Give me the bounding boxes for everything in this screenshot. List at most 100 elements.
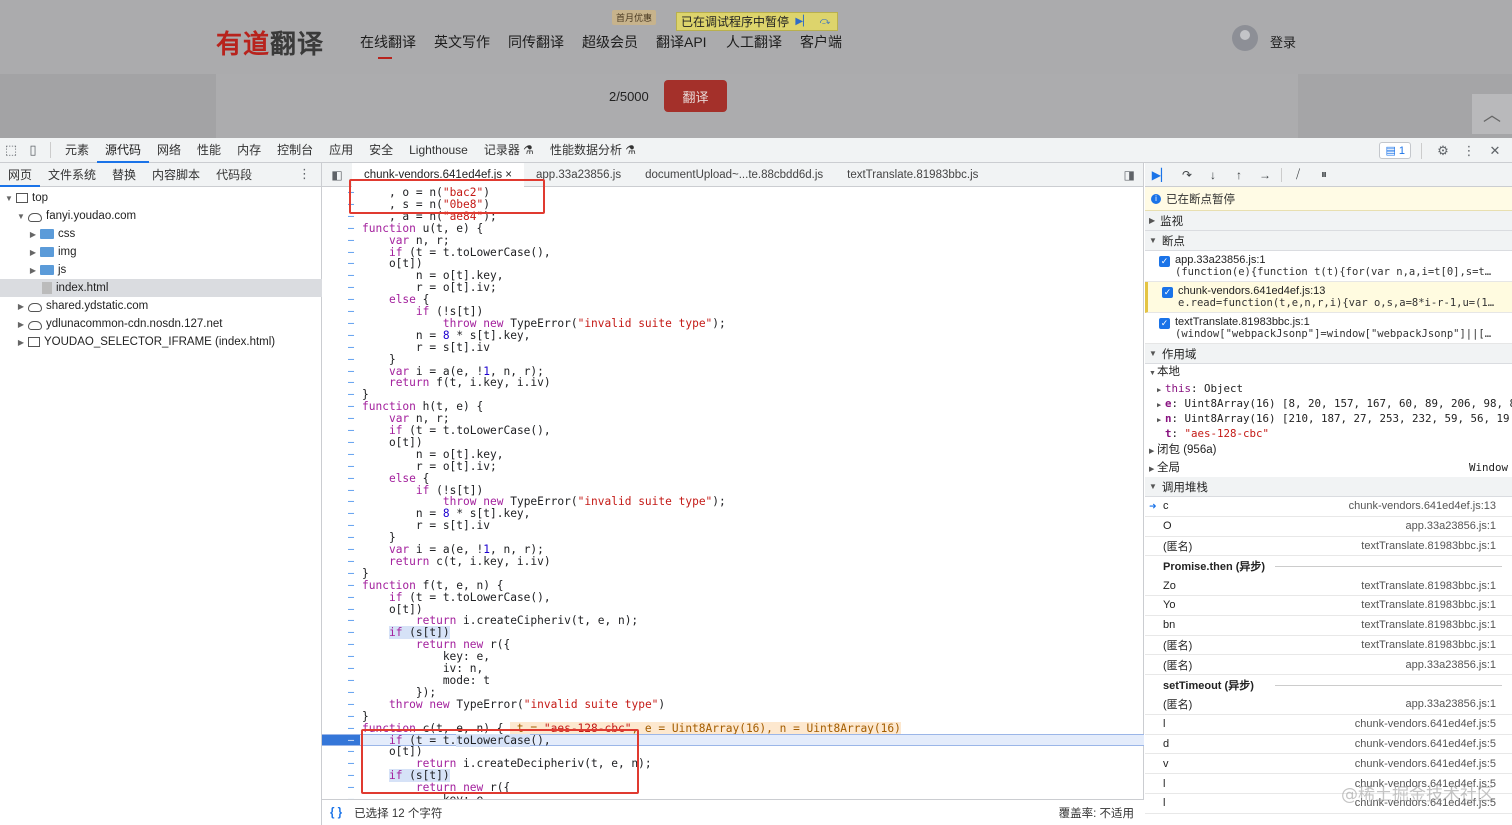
- line-gutter-mark[interactable]: –: [348, 580, 356, 592]
- call-frame[interactable]: (匿名) textTranslate.81983bbc.js:1: [1145, 537, 1512, 557]
- tree-item[interactable]: ▶ img: [0, 243, 322, 261]
- step-icon[interactable]: →: [1255, 165, 1275, 185]
- translate-button[interactable]: 翻译: [664, 80, 727, 112]
- line-gutter-mark[interactable]: –: [348, 520, 356, 532]
- line-gutter-mark[interactable]: –: [348, 377, 356, 389]
- call-frame[interactable]: (匿名) app.33a23856.js:1: [1145, 695, 1512, 715]
- line-gutter-mark[interactable]: –: [348, 425, 356, 437]
- callstack-section[interactable]: ▼ 调用堆栈: [1145, 477, 1512, 497]
- close-icon[interactable]: ✕: [1484, 140, 1506, 162]
- call-frame[interactable]: Oapp.33a23856.js:1: [1145, 517, 1512, 537]
- line-gutter-mark[interactable]: –: [348, 318, 356, 330]
- line-gutter-mark[interactable]: –: [348, 508, 356, 520]
- line-gutter-mark[interactable]: –: [348, 568, 356, 580]
- frame-location[interactable]: app.33a23856.js:1: [1405, 659, 1496, 671]
- call-frame[interactable]: d chunk-vendors.641ed4ef.js:5: [1145, 735, 1512, 755]
- line-gutter-mark[interactable]: –: [348, 449, 356, 461]
- panel-tab[interactable]: 安全: [361, 138, 401, 163]
- frame-location[interactable]: chunk-vendors.641ed4ef.js:5: [1355, 718, 1496, 730]
- line-gutter-mark[interactable]: –: [348, 663, 356, 675]
- line-gutter-mark[interactable]: –: [348, 223, 356, 235]
- line-gutter-mark[interactable]: –: [348, 651, 356, 663]
- nav-human-translate[interactable]: 人工翻译: [726, 32, 782, 52]
- toggle-navigator-icon[interactable]: ◧: [322, 168, 352, 182]
- line-gutter-mark[interactable]: –: [348, 556, 356, 568]
- more-vert-icon[interactable]: ⋮: [1458, 140, 1480, 162]
- line-gutter-mark[interactable]: –: [348, 473, 356, 485]
- format-icon[interactable]: { }: [330, 807, 342, 819]
- line-gutter-mark[interactable]: –: [348, 366, 356, 378]
- site-logo[interactable]: 有道翻译: [216, 24, 324, 61]
- line-gutter-mark[interactable]: –: [348, 711, 356, 723]
- line-gutter-mark[interactable]: –: [348, 235, 356, 247]
- line-gutter-mark[interactable]: –: [348, 723, 356, 735]
- navigator-tab[interactable]: 代码段: [208, 163, 260, 187]
- frame-location[interactable]: chunk-vendors.641ed4ef.js:5: [1355, 758, 1496, 770]
- call-frame[interactable]: (匿名) textTranslate.81983bbc.js:1: [1145, 636, 1512, 656]
- scope-variable[interactable]: ▶ e: Uint8Array(16) [8, 20, 157, 167, 60,…: [1145, 396, 1512, 411]
- resume-icon[interactable]: ▶▏: [795, 15, 811, 29]
- panel-tab[interactable]: 应用: [321, 138, 361, 163]
- line-gutter-mark[interactable]: –: [348, 532, 356, 544]
- scope-variable[interactable]: ▶ this: Object: [1145, 381, 1512, 396]
- nav-client[interactable]: 客户端: [800, 32, 842, 52]
- resume-icon[interactable]: ▶▏: [1151, 165, 1171, 185]
- line-gutter-mark[interactable]: –: [348, 782, 356, 794]
- call-frame[interactable]: l chunk-vendors.641ed4ef.js:5: [1145, 715, 1512, 735]
- line-gutter-mark[interactable]: –: [348, 282, 356, 294]
- tree-item[interactable]: ▼ top: [0, 189, 322, 207]
- frame-location[interactable]: chunk-vendors.641ed4ef.js:5: [1355, 738, 1496, 750]
- line-gutter-mark[interactable]: –: [348, 627, 356, 639]
- panel-tab[interactable]: 源代码: [97, 138, 150, 163]
- step-into-icon[interactable]: ↓: [1203, 165, 1223, 185]
- panel-tab[interactable]: 内存: [229, 138, 269, 163]
- line-gutter-mark[interactable]: –: [348, 699, 356, 711]
- frame-location[interactable]: textTranslate.81983bbc.js:1: [1361, 619, 1496, 631]
- panel-tab[interactable]: 性能: [189, 138, 229, 163]
- line-gutter-mark[interactable]: –: [348, 639, 356, 651]
- nav-english-writing[interactable]: 英文写作: [434, 32, 490, 52]
- panel-tab[interactable]: 性能数据分析 ⚗: [542, 138, 644, 163]
- call-frame[interactable]: bn textTranslate.81983bbc.js:1: [1145, 616, 1512, 636]
- frame-location[interactable]: textTranslate.81983bbc.js:1: [1361, 580, 1496, 592]
- tree-item[interactable]: ▶ YOUDAO_SELECTOR_IFRAME (index.html): [0, 333, 322, 351]
- editor-tab[interactable]: documentUpload~...te.88cbdd6d.js: [633, 163, 835, 187]
- line-gutter-mark[interactable]: –: [348, 330, 356, 342]
- code-view[interactable]: – , o = n("bac2") – , s = n("0be8") – , a …: [322, 187, 1144, 799]
- line-gutter-mark[interactable]: –: [348, 592, 356, 604]
- local-scope-header[interactable]: ▼本地: [1145, 364, 1512, 381]
- panel-tab[interactable]: 元素: [57, 138, 97, 163]
- editor-tab[interactable]: textTranslate.81983bbc.js: [835, 163, 990, 187]
- navigator-tab[interactable]: 文件系统: [40, 163, 104, 187]
- avatar[interactable]: [1232, 25, 1258, 51]
- line-gutter-mark[interactable]: –: [348, 615, 356, 627]
- frame-location[interactable]: textTranslate.81983bbc.js:1: [1361, 540, 1496, 552]
- checkbox-checked-icon[interactable]: ✓: [1159, 256, 1170, 267]
- line-gutter-mark[interactable]: –: [348, 247, 356, 259]
- tree-item[interactable]: ▶ js: [0, 261, 322, 279]
- step-over-icon[interactable]: ↷: [1177, 165, 1197, 185]
- line-gutter-mark[interactable]: –: [348, 758, 356, 770]
- login-link[interactable]: 登录: [1270, 32, 1296, 51]
- gear-icon[interactable]: ⚙: [1432, 140, 1454, 162]
- call-frame[interactable]: Zo textTranslate.81983bbc.js:1: [1145, 576, 1512, 596]
- line-gutter-mark[interactable]: –: [348, 258, 356, 270]
- line-gutter-mark[interactable]: –: [348, 770, 356, 782]
- line-gutter-mark[interactable]: –: [348, 413, 356, 425]
- call-frame[interactable]: ➜ c chunk-vendors.641ed4ef.js:13: [1145, 497, 1512, 517]
- nav-vip[interactable]: 超级会员: [582, 32, 638, 52]
- panel-tab[interactable]: 控制台: [269, 138, 321, 163]
- navigator-tab[interactable]: 替换: [104, 163, 144, 187]
- line-gutter-mark[interactable]: –: [348, 687, 356, 699]
- line-gutter-mark[interactable]: –: [348, 342, 356, 354]
- line-gutter-mark[interactable]: –: [348, 270, 356, 282]
- line-gutter-mark[interactable]: –: [348, 401, 356, 413]
- nav-api[interactable]: 翻译API: [656, 32, 707, 52]
- frame-location[interactable]: textTranslate.81983bbc.js:1: [1361, 599, 1496, 611]
- checkbox-checked-icon[interactable]: ✓: [1159, 318, 1170, 329]
- more-vert-icon[interactable]: ⋮: [298, 166, 311, 182]
- line-gutter-mark[interactable]: –: [348, 461, 356, 473]
- panel-tab[interactable]: Lighthouse: [401, 138, 476, 163]
- nav-online-translate[interactable]: 在线翻译: [360, 32, 416, 59]
- line-gutter-mark[interactable]: –: [348, 354, 356, 366]
